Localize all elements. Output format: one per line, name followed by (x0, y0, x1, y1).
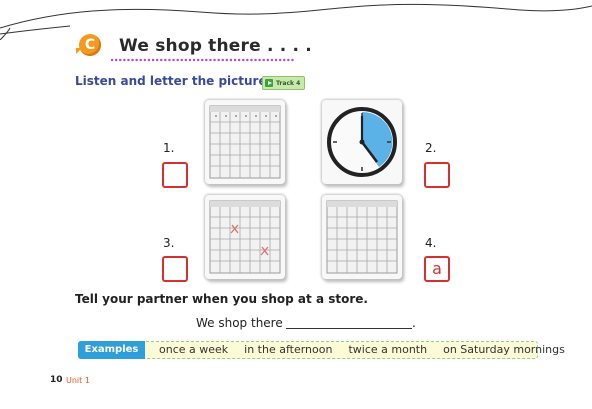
calendar-icon (326, 200, 398, 274)
calendar-marked-icon (209, 200, 281, 274)
dotted-underline (110, 58, 295, 62)
partner-instruction: Tell your partner when you shop at a sto… (75, 292, 368, 306)
textbook-page: C We shop there . . . . Listen and lette… (0, 0, 592, 409)
example-item: in the afternoon (244, 343, 333, 356)
listening-instruction: Listen and letter the pictures. (75, 74, 279, 88)
item-number-4: 4. (425, 236, 437, 250)
sentence-period: . (412, 316, 416, 330)
audio-track-button[interactable]: Track 4 (262, 76, 306, 90)
unit-label: Unit 1 (66, 376, 90, 385)
track-label: Track 4 (276, 79, 301, 87)
play-icon (265, 79, 273, 87)
example-item: once a week (159, 343, 229, 356)
sentence-prompt: We shop there (196, 316, 283, 330)
picture-calendar-4 (322, 195, 402, 279)
picture-calendar-3 (205, 195, 285, 279)
calendar-icon (209, 105, 281, 179)
picture-calendar-1 (205, 100, 285, 184)
example-item: twice a month (348, 343, 428, 356)
section-badge: C (76, 34, 101, 56)
clock-icon (327, 107, 397, 177)
examples-label: Examples (78, 341, 145, 359)
picture-clock (322, 100, 402, 184)
answer-blank[interactable] (286, 328, 412, 329)
section-title: We shop there . . . . (119, 36, 312, 56)
item-number-2: 2. (425, 141, 437, 155)
example-item: on Saturday mornings (443, 343, 565, 356)
answer-box-1[interactable] (162, 162, 188, 188)
item-number-3: 3. (163, 236, 175, 250)
item-number-1: 1. (163, 141, 175, 155)
page-number: 10 (50, 375, 63, 385)
answer-box-3[interactable] (162, 256, 188, 282)
answer-box-2[interactable] (424, 162, 450, 188)
answer-box-4[interactable]: a (424, 256, 450, 282)
examples-list: once a week in the afternoon twice a mon… (159, 343, 565, 356)
